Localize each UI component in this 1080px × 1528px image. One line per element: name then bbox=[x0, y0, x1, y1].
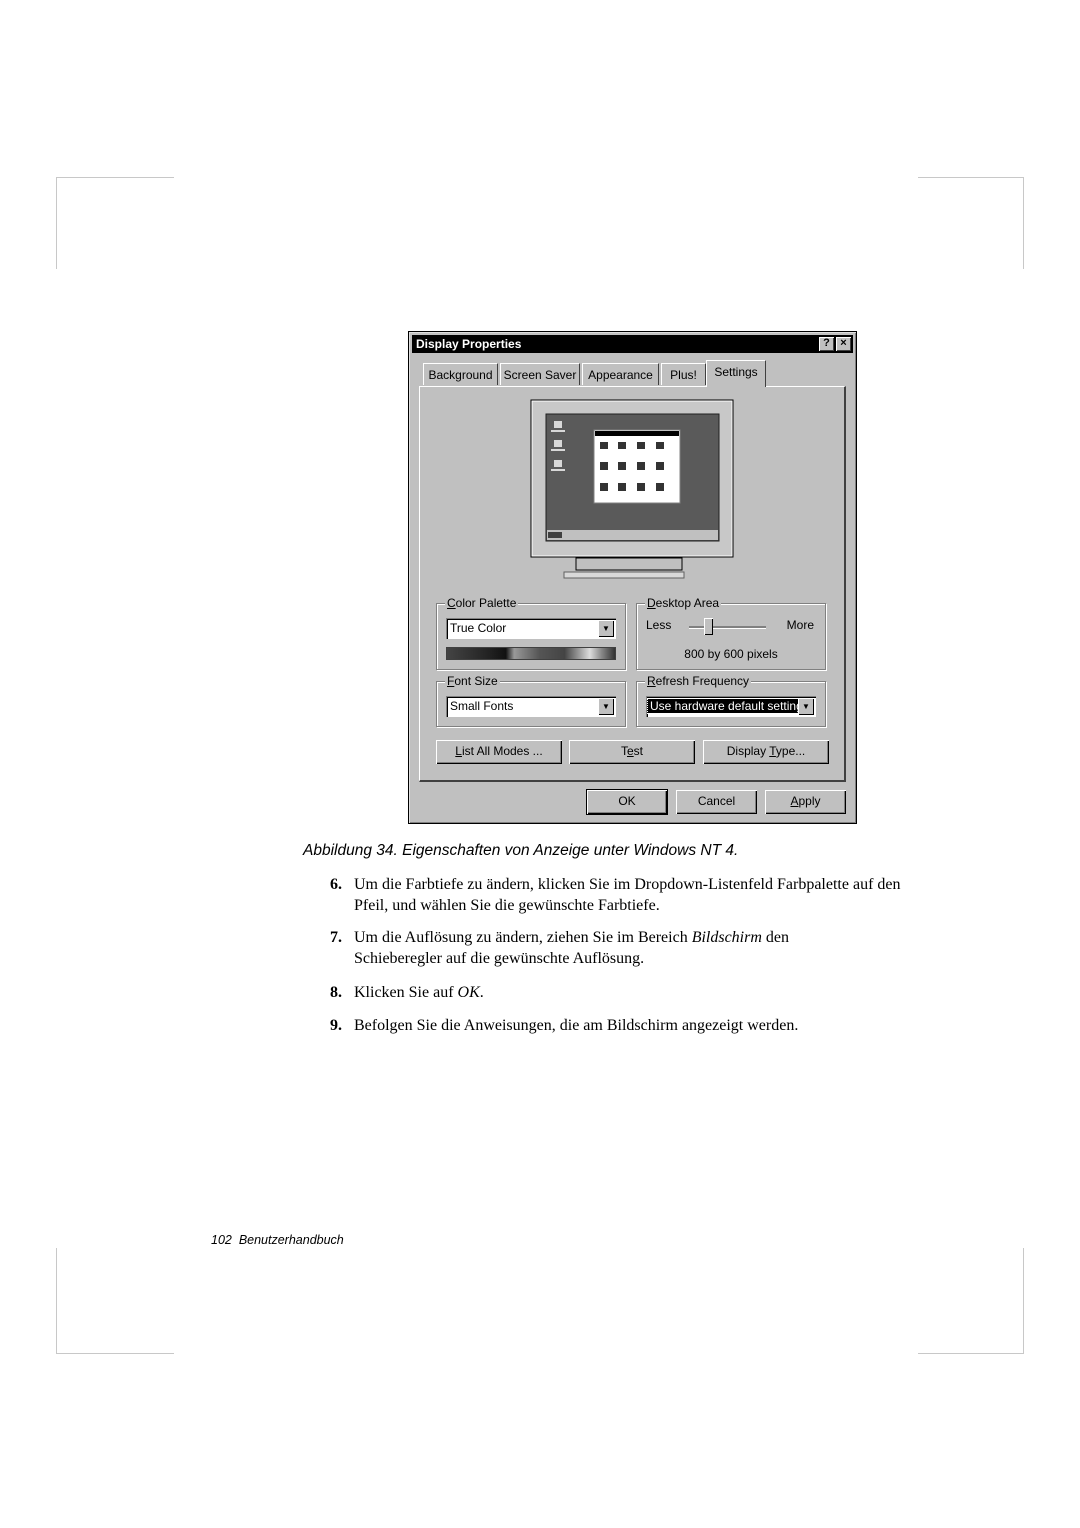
monitor-stand-base bbox=[563, 571, 685, 579]
display-type-button[interactable]: Display Type... bbox=[703, 740, 829, 764]
step-9: 9. Befolgen Sie die Anweisungen, die am … bbox=[330, 1015, 930, 1036]
tab-plus[interactable]: Plus! bbox=[661, 363, 706, 385]
monitor-stand-neck bbox=[575, 557, 683, 571]
font-size-dropdown[interactable]: Small Fonts ▼ bbox=[446, 696, 616, 717]
crop-mark-bottom-left-v bbox=[56, 1248, 57, 1354]
close-icon: × bbox=[840, 337, 847, 349]
tab-label: Screen Saver bbox=[503, 368, 577, 382]
crop-mark-top-left-v bbox=[56, 177, 57, 269]
color-palette-group: Color Palette True Color ▼ bbox=[436, 596, 626, 670]
color-spectrum-bar bbox=[446, 647, 616, 660]
refresh-frequency-value: Use hardware default setting bbox=[647, 698, 806, 714]
preview-window bbox=[593, 429, 681, 504]
step-number: 6. bbox=[330, 876, 342, 893]
step-6: 6. Um die Farbtiefe zu ändern, klicken S… bbox=[330, 874, 930, 916]
close-button[interactable]: × bbox=[836, 337, 851, 351]
ok-button[interactable]: OK bbox=[587, 790, 667, 814]
crop-mark-top-left-h bbox=[56, 177, 174, 178]
resolution-slider-thumb[interactable] bbox=[704, 618, 714, 635]
cancel-button[interactable]: Cancel bbox=[676, 790, 757, 814]
list-all-modes-button[interactable]: List All Modes ... bbox=[436, 740, 562, 764]
chevron-down-icon[interactable]: ▼ bbox=[798, 698, 814, 715]
tab-screen-saver[interactable]: Screen Saver bbox=[500, 363, 580, 385]
crop-mark-top-right-v bbox=[1023, 177, 1024, 269]
refresh-frequency-dropdown[interactable]: Use hardware default setting ▼ bbox=[646, 696, 816, 717]
help-button[interactable]: ? bbox=[819, 337, 834, 351]
display-properties-dialog: Display Properties ? × Background Screen… bbox=[408, 331, 857, 824]
tab-label: Background bbox=[428, 368, 493, 382]
preview-taskbar bbox=[547, 530, 718, 540]
test-button[interactable]: Test bbox=[569, 740, 695, 764]
resolution-text: 800 by 600 pixels bbox=[684, 647, 778, 661]
step-number: 9. bbox=[330, 1017, 342, 1034]
font-size-group: Font Size Small Fonts ▼ bbox=[436, 674, 626, 727]
tab-background[interactable]: Background bbox=[423, 363, 498, 385]
settings-panel: Color Palette True Color ▼ Desktop Area … bbox=[419, 386, 846, 782]
step-text: Um die Farbtiefe zu ändern, klicken Sie … bbox=[354, 876, 901, 914]
page-number: 102 bbox=[211, 1233, 232, 1247]
step-8: 8. Klicken Sie auf OK. bbox=[330, 982, 930, 1003]
tab-settings[interactable]: Settings bbox=[706, 360, 766, 387]
book-title: Benutzerhandbuch bbox=[238, 1233, 344, 1247]
tab-label: Appearance bbox=[588, 368, 653, 382]
apply-button[interactable]: Apply bbox=[765, 790, 846, 814]
desktop-area-group: Desktop Area Less More 800 by 600 pixels bbox=[636, 596, 826, 670]
font-size-label: Font Size bbox=[445, 674, 500, 688]
tab-appearance[interactable]: Appearance bbox=[582, 363, 659, 385]
title-bar: Display Properties ? × bbox=[412, 335, 853, 353]
tab-label: Settings bbox=[714, 365, 758, 379]
color-palette-value: True Color bbox=[450, 621, 507, 635]
slider-more-label: More bbox=[786, 618, 814, 632]
refresh-frequency-label: Refresh Frequency bbox=[645, 674, 752, 688]
page-footer: 102 Benutzerhandbuch bbox=[211, 1233, 344, 1247]
step-text: Um die Auflösung zu ändern, ziehen Sie i… bbox=[354, 929, 790, 967]
desktop-area-label: Desktop Area bbox=[645, 596, 722, 610]
help-icon: ? bbox=[823, 337, 830, 349]
step-text: Befolgen Sie die Anweisungen, die am Bil… bbox=[354, 1017, 799, 1034]
step-7: 7. Um die Auflösung zu ändern, ziehen Si… bbox=[330, 927, 930, 969]
figure-caption: Abbildung 34. Eigenschaften von Anzeige … bbox=[303, 842, 739, 859]
step-number: 7. bbox=[330, 929, 342, 946]
step-text: Klicken Sie auf OK. bbox=[354, 984, 484, 1001]
font-size-value: Small Fonts bbox=[450, 699, 514, 713]
slider-less-label: Less bbox=[646, 618, 672, 632]
crop-mark-bottom-right-h bbox=[918, 1353, 1024, 1354]
crop-mark-top-right-h bbox=[918, 177, 1024, 178]
chevron-down-icon[interactable]: ▼ bbox=[598, 620, 614, 637]
chevron-down-icon[interactable]: ▼ bbox=[598, 698, 614, 715]
color-palette-dropdown[interactable]: True Color ▼ bbox=[446, 618, 616, 639]
crop-mark-bottom-right-v bbox=[1023, 1248, 1024, 1354]
crop-mark-bottom-left-h bbox=[56, 1353, 174, 1354]
step-number: 8. bbox=[330, 984, 342, 1001]
monitor-preview bbox=[530, 399, 734, 579]
tab-label: Plus! bbox=[670, 368, 697, 382]
refresh-frequency-group: Refresh Frequency Use hardware default s… bbox=[636, 674, 826, 727]
resolution-slider-track[interactable] bbox=[689, 626, 766, 629]
dialog-title: Display Properties bbox=[416, 337, 522, 351]
color-palette-label: Color Palette bbox=[445, 596, 519, 610]
